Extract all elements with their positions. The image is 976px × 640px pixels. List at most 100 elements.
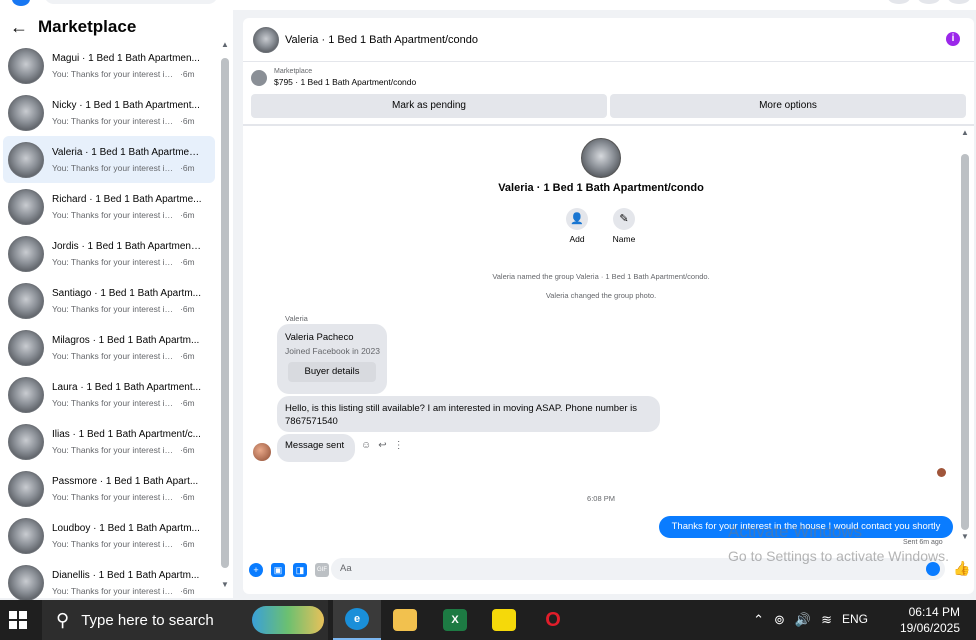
emoji-icon[interactable] [926, 562, 940, 576]
conversation-snippet: You: Thanks for your interest in t... [52, 68, 176, 79]
conversation-item[interactable]: Valeria · 1 Bed 1 Bath Apartmen... You: T… [3, 136, 215, 183]
conversation-snippet-row: You: Thanks for your interest in t... ·6m [52, 304, 202, 314]
conversation-avatar [8, 47, 44, 84]
group-avatar[interactable] [581, 138, 621, 178]
thumbs-up-icon[interactable]: 👍 [953, 560, 970, 577]
add-label: Add [569, 234, 585, 244]
sticker-icon[interactable]: ◨ [293, 563, 307, 577]
sender-name: Valeria [285, 314, 308, 323]
conversation-snippet-row: You: Thanks for your interest in t... ·6m [52, 210, 202, 220]
reply-icon[interactable]: ↩ [378, 440, 386, 451]
system-message: Valeria named the group Valeria · 1 Bed … [492, 272, 710, 281]
conversation-snippet: You: Thanks for your interest in t... [52, 162, 176, 173]
conversation-snippet-row: You: Thanks for your interest in t... ·6m [52, 351, 202, 361]
conversation-text: Valeria · 1 Bed 1 Bath Apartmen... You: T… [52, 147, 202, 173]
listing-summary[interactable]: Marketplace $795 · 1 Bed 1 Bath Apartmen… [251, 68, 416, 87]
opera-icon[interactable]: O [529, 600, 577, 640]
conversation-avatar [8, 470, 44, 507]
excel-icon[interactable]: X [431, 600, 479, 640]
conversation-item[interactable]: Santiago · 1 Bed 1 Bath Apartm... You: Th… [3, 277, 215, 324]
scroll-up-icon[interactable]: ▲ [961, 128, 969, 137]
menu-icon[interactable] [888, 0, 910, 4]
scrollbar-thumb[interactable] [961, 154, 969, 530]
chat-title[interactable]: Valeria · 1 Bed 1 Bath Apartment/condo [285, 34, 478, 46]
plus-icon[interactable]: + [249, 563, 263, 577]
sticky-notes-icon[interactable] [480, 600, 528, 640]
language-indicator[interactable]: ENG [842, 612, 868, 628]
conversation-item[interactable]: Laura · 1 Bed 1 Bath Apartment... You: Th… [3, 371, 215, 418]
conversation-age: ·6m [180, 397, 195, 408]
photo-icon[interactable]: ▣ [271, 563, 285, 577]
conversation-avatar [8, 423, 44, 460]
name-group-button[interactable]: ✎ Name [604, 208, 644, 244]
smiley-icon[interactable]: ☺ [361, 440, 371, 451]
gif-icon[interactable]: GIF [315, 563, 329, 577]
taskbar-search-text: Type here to search [81, 611, 214, 629]
message-actions: ☺ ↩ ⋮ [361, 440, 404, 451]
conversation-text: Magui · 1 Bed 1 Bath Apartmen... You: Tha… [52, 53, 202, 79]
conversation-item[interactable]: Richard · 1 Bed 1 Bath Apartme... You: Th… [3, 183, 215, 230]
conversation-snippet: You: Thanks for your interest in t... [52, 303, 176, 314]
chat-panel: Valeria · 1 Bed 1 Bath Apartment/condo i… [243, 18, 974, 594]
conversation-snippet-row: You: Thanks for your interest in t... ·6m [52, 539, 202, 549]
activation-watermark-title: Activate Windows [728, 522, 863, 541]
buyer-details-button[interactable]: Buyer details [288, 362, 376, 382]
top-search-input[interactable] [44, 0, 218, 4]
conversation-snippet-row: You: Thanks for your interest in t... ·6m [52, 398, 202, 408]
arrow-left-icon[interactable]: ← [10, 17, 28, 38]
conversation-item[interactable]: Magui · 1 Bed 1 Bath Apartmen... You: Tha… [3, 42, 215, 89]
conversation-item[interactable]: Dianellis · 1 Bed 1 Bath Apartm... You: T… [3, 559, 215, 606]
chevron-up-icon[interactable]: ⌃ [753, 612, 764, 628]
notifications-icon[interactable] [918, 0, 940, 4]
marketplace-sidebar: ← Marketplace Magui · 1 Bed 1 Bath Apart… [0, 10, 233, 601]
incoming-message[interactable]: Message sent [277, 434, 355, 462]
volume-icon[interactable]: 🔊 [795, 612, 811, 628]
conversation-avatar [8, 376, 44, 413]
listing-label: Marketplace [274, 68, 313, 75]
conversation-item[interactable]: Passmore · 1 Bed 1 Bath Apart... You: Tha… [3, 465, 215, 512]
buyer-joined: Joined Facebook in 2023 [285, 346, 380, 356]
conversation-snippet-row: You: Thanks for your interest in t... ·6m [52, 492, 202, 502]
meet-now-icon[interactable]: ⊚ [774, 612, 785, 628]
add-people-button[interactable]: 👤 Add [557, 208, 597, 244]
windows-start-icon[interactable] [9, 611, 27, 629]
scroll-up-icon[interactable]: ▲ [221, 40, 229, 49]
sender-avatar[interactable] [253, 443, 271, 461]
conversation-item[interactable]: Jordis · 1 Bed 1 Bath Apartment... You: T… [3, 230, 215, 277]
conversation-avatar [8, 141, 44, 178]
conversation-age: ·6m [180, 303, 195, 314]
conversation-text: Ilias · 1 Bed 1 Bath Apartment/c... You: … [52, 429, 202, 455]
chat-avatar[interactable] [253, 26, 279, 53]
scrollbar-thumb[interactable] [221, 58, 229, 568]
mark-as-pending-button[interactable]: Mark as pending [251, 94, 607, 118]
profile-avatar[interactable] [948, 0, 970, 4]
info-icon[interactable]: i [946, 32, 960, 46]
taskbar-search[interactable]: ⚲ Type here to search [42, 600, 328, 640]
conversation-item[interactable]: Ilias · 1 Bed 1 Bath Apartment/c... You: … [3, 418, 215, 465]
more-options-button[interactable]: More options [610, 94, 966, 118]
message-thread: Valeria · 1 Bed 1 Bath Apartment/condo 👤… [243, 128, 974, 554]
conversation-item[interactable]: Nicky · 1 Bed 1 Bath Apartment... You: Th… [3, 89, 215, 136]
scroll-down-icon[interactable]: ▼ [961, 532, 969, 541]
wifi-icon[interactable]: ≋ [821, 612, 832, 628]
conversation-snippet-row: You: Thanks for your interest in t... ·6m [52, 116, 202, 126]
conversation-item[interactable]: Loudboy · 1 Bed 1 Bath Apartm... You: Tha… [3, 512, 215, 559]
chat-scrollbar[interactable]: ▲ ▼ [959, 128, 971, 548]
conversation-item[interactable]: Milagros · 1 Bed 1 Bath Apartm... You: Th… [3, 324, 215, 371]
more-icon[interactable]: ⋮ [394, 440, 404, 451]
incoming-message[interactable]: Hello, is this listing still available? … [277, 396, 660, 432]
system-tray: ⌃ ⊚ 🔊 ≋ ENG [753, 612, 868, 628]
file-explorer-icon[interactable] [381, 600, 429, 640]
conversation-snippet: You: Thanks for your interest in t... [52, 397, 176, 408]
scroll-down-icon[interactable]: ▼ [221, 580, 229, 589]
facebook-logo-icon[interactable] [12, 0, 30, 6]
conversation-avatar [8, 517, 44, 554]
clock[interactable]: 06:14 PM 19/06/2025 [900, 604, 960, 636]
conversation-name: Santiago · 1 Bed 1 Bath Apartm... [52, 287, 201, 299]
edge-app-icon[interactable]: e [333, 600, 381, 640]
conversation-avatar [8, 188, 44, 225]
conversation-name: Magui · 1 Bed 1 Bath Apartmen... [52, 52, 200, 64]
sidebar-scrollbar[interactable]: ▲ ▼ [220, 40, 230, 596]
taskbar: ⚲ Type here to search e X O ⌃ ⊚ 🔊 ≋ ENG … [0, 600, 976, 640]
system-message: Valeria changed the group photo. [545, 291, 657, 300]
